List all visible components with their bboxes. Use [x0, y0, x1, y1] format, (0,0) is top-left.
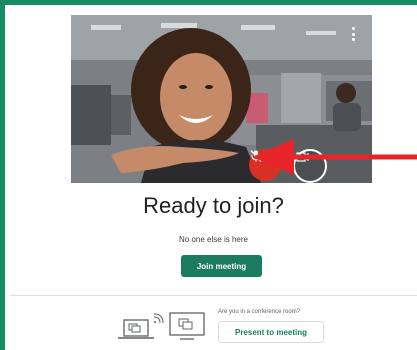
- app-window: Ready to join? No one else is here Join …: [0, 0, 417, 350]
- annotation-arrow-icon: [252, 139, 417, 175]
- divider: [10, 295, 417, 296]
- laptop-cast-icon: [118, 313, 164, 339]
- page-title: Ready to join?: [143, 193, 284, 218]
- tv-cast-icon: [169, 312, 205, 340]
- present-to-meeting-button[interactable]: Present to meeting: [218, 321, 324, 343]
- cast-devices-icon: [118, 312, 205, 340]
- conference-room-prompt: Are you in a conference room?: [218, 309, 301, 315]
- participants-status: No one else is here: [179, 235, 248, 244]
- more-vert-icon: [351, 27, 355, 41]
- join-meeting-button[interactable]: Join meeting: [181, 255, 262, 277]
- more-options-button[interactable]: [348, 27, 358, 47]
